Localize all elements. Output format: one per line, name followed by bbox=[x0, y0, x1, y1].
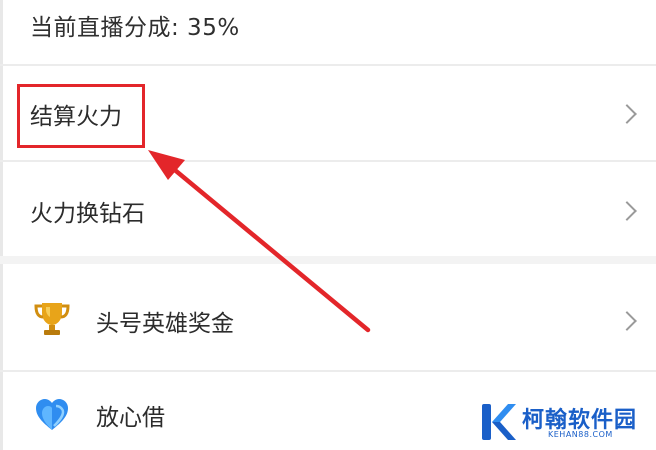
menu-item-label: 火力换钻石 bbox=[30, 201, 145, 227]
menu-item-label: 放心借 bbox=[96, 405, 165, 431]
watermark: 柯翰软件园 KEHAN88.COM bbox=[472, 396, 656, 450]
chevron-right-icon bbox=[617, 104, 637, 124]
menu-item-hero-bonus[interactable]: 头号英雄奖金 bbox=[0, 266, 656, 370]
settings-page: 当前直播分成: 35% 结算火力 火力换钻石 头号英雄奖金 放心借 柯翰软件园 … bbox=[0, 0, 656, 450]
heart-icon bbox=[34, 398, 70, 436]
section-gap bbox=[0, 256, 656, 264]
highlight-box bbox=[17, 84, 145, 148]
menu-item-label: 头号英雄奖金 bbox=[96, 311, 234, 337]
trophy-icon bbox=[33, 299, 71, 341]
chevron-right-icon bbox=[617, 201, 637, 221]
chevron-right-icon bbox=[617, 311, 637, 331]
menu-item-fire-to-diamond[interactable]: 火力换钻石 bbox=[0, 162, 656, 254]
live-share-text: 当前直播分成: 35% bbox=[30, 15, 240, 41]
watermark-site: KEHAN88.COM bbox=[548, 430, 613, 439]
live-share-row: 当前直播分成: 35% bbox=[0, 0, 656, 62]
k-logo-icon bbox=[478, 400, 518, 444]
